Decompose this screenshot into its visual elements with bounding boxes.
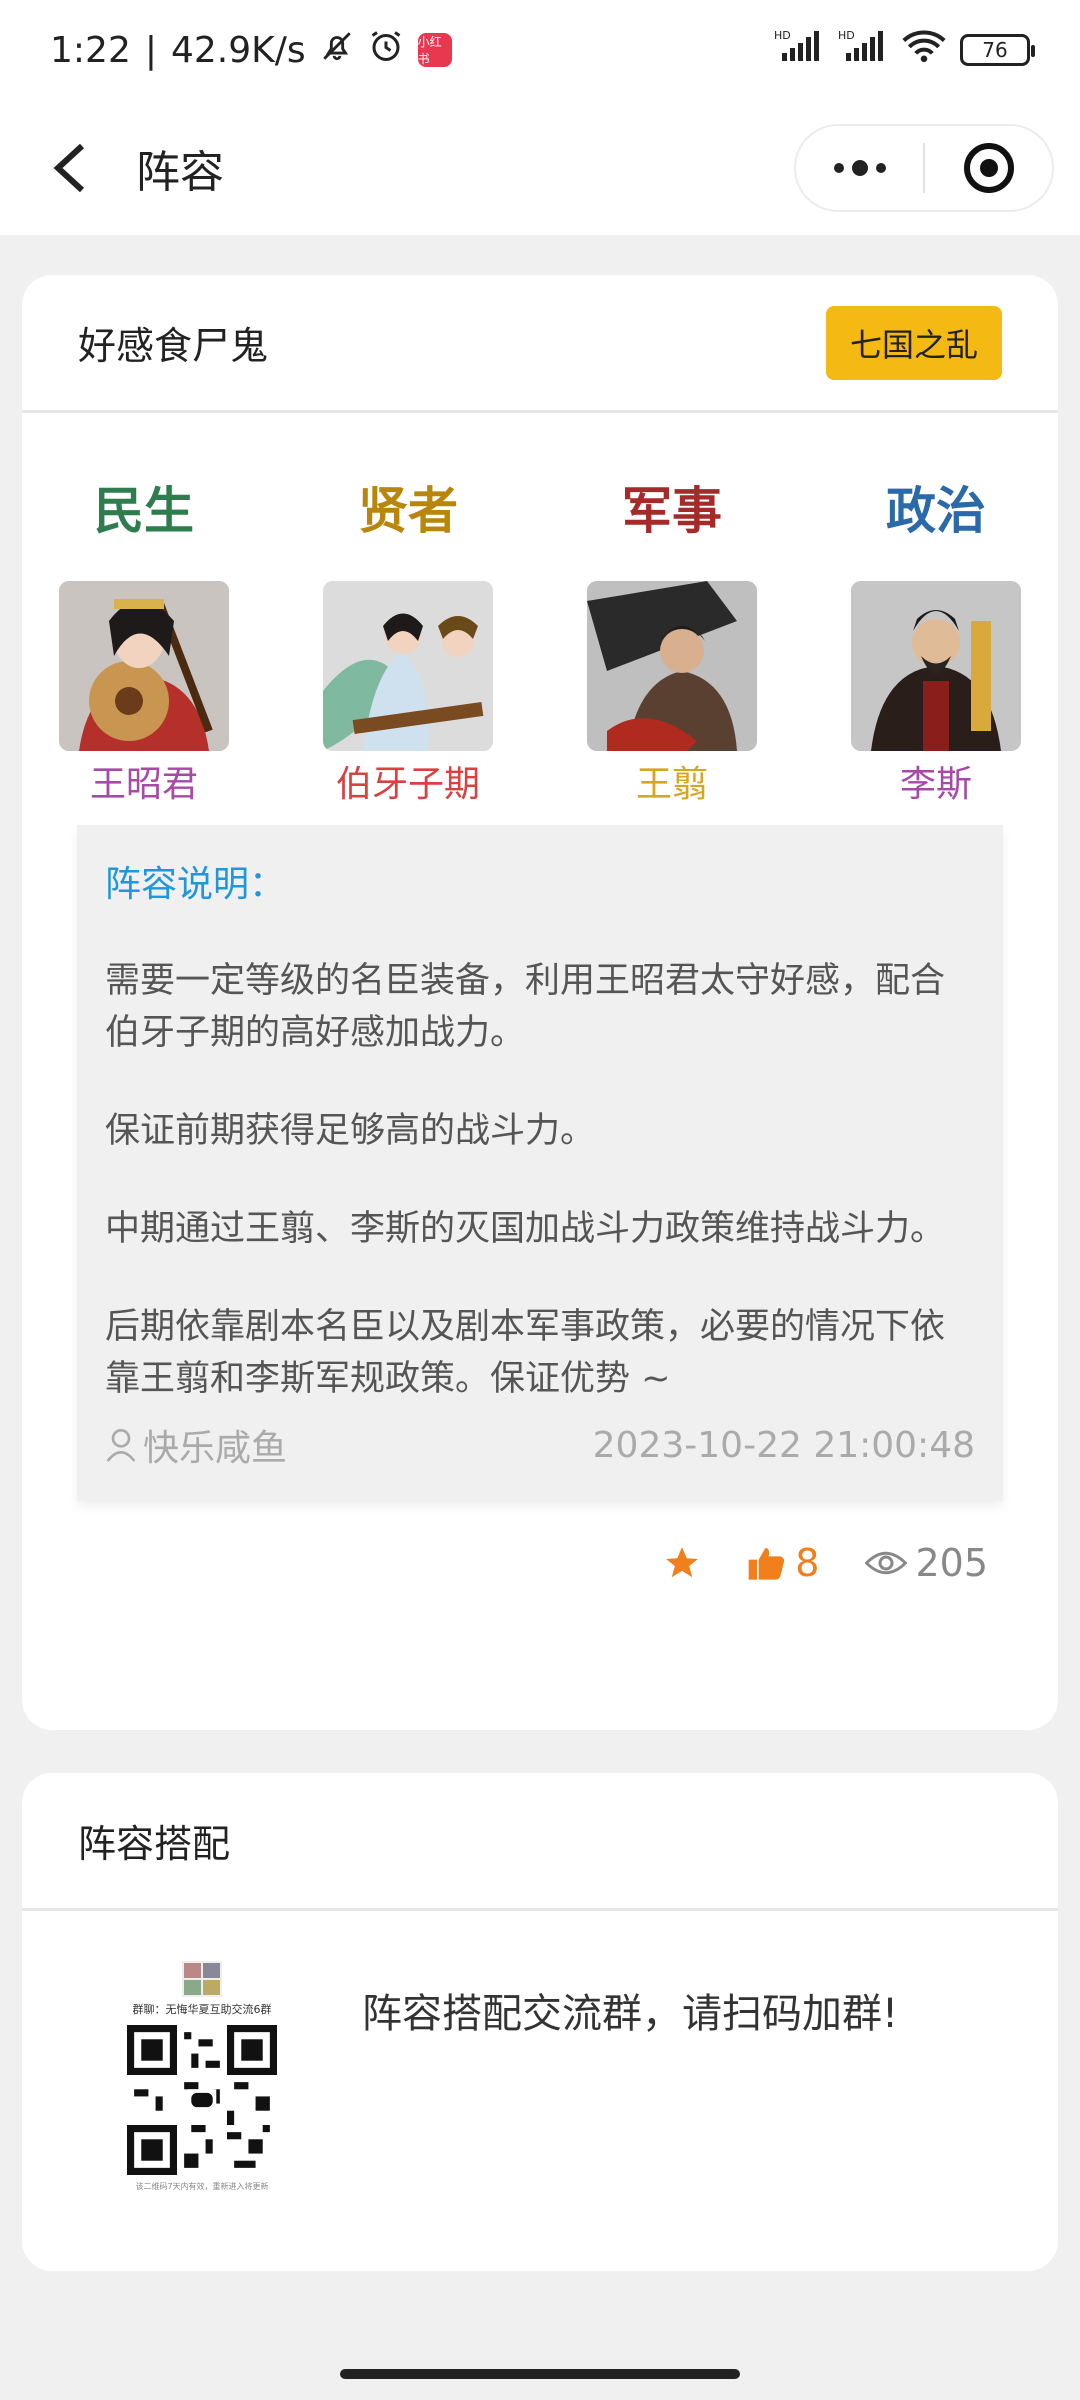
description-paragraph: 需要一定等级的名臣装备，利用王昭君太守好感，配合伯牙子期的高好感加战力。 [105,961,946,1053]
group-qr-code[interactable]: 群聊：无悔华夏互助交流6群 该二维码7天内有效，重新进入将更新 [102,1961,302,2192]
qr-code-icon [127,2025,277,2175]
stats-row: 8 205 [22,1541,1058,1585]
signal-icon-1: HD [774,29,824,72]
category-politics: 政治 [886,482,986,540]
hero-name: 王翦 [635,764,708,805]
hero-portrait [323,581,493,751]
back-button[interactable] [40,138,100,198]
nav-bar: 阵容 [0,100,1080,235]
battery-icon: 76 [960,34,1035,66]
lineup-title: 好感食尸鬼 [78,324,269,368]
status-time: 1:22 [50,29,131,71]
hero-card[interactable]: 李斯 [851,581,1021,807]
description-title: 阵容说明： [105,864,286,905]
view-count: 205 [915,1541,988,1585]
close-mini-program-button[interactable] [925,126,1052,210]
thumbs-up-icon [748,1548,785,1580]
signal-hd-label-1: HD [774,29,791,42]
views-stat: 205 [865,1541,988,1585]
more-options-button[interactable] [796,126,923,210]
like-button[interactable]: 8 [747,1541,819,1585]
eye-icon [865,1551,908,1575]
lineup-match-card: 阵容搭配 群聊：无悔华夏互助交流6群 该二维码7天内有效，重新进入将更新 阵容搭… [22,1773,1058,2271]
target-circle-icon [963,143,1014,193]
hero-name: 李斯 [899,764,972,805]
app-badge-icon: 小红书 [417,33,452,67]
mini-program-capsule [794,124,1054,212]
author-name: 快乐咸鱼 [143,1428,288,1469]
category-livelihood: 民生 [94,482,194,540]
author-info[interactable]: 快乐咸鱼 [105,1419,287,1471]
description-paragraph: 中期通过王翦、李斯的灭国加战斗力政策维持战斗力。 [105,1209,946,1249]
qr-caption: 群聊：无悔华夏互助交流6群 [132,2003,272,2016]
status-left: 1:22 | 42.9K/s 小红书 [50,28,452,73]
signal-icon-2: HD [838,29,888,72]
group-avatar-icon [182,1961,222,1997]
like-count: 8 [795,1541,820,1585]
scenario-tag-button[interactable]: 七国之乱 [825,305,1002,380]
star-icon [666,1547,699,1578]
post-timestamp: 2023-10-22 21:00:48 [592,1424,975,1466]
category-military: 军事 [622,482,722,540]
lineup-card: 好感食尸鬼 七国之乱 民生 贤者 军事 政治 王昭君 伯牙子期 王翦 李斯 阵容… [22,275,1058,1730]
hero-name: 王昭君 [89,764,198,805]
description-footer: 快乐咸鱼 2023-10-22 21:00:48 [105,1419,975,1471]
lineup-card-header: 好感食尸鬼 七国之乱 [22,275,1058,413]
lineup-match-header: 阵容搭配 [22,1773,1058,1911]
status-bar: 1:22 | 42.9K/s 小红书 HD HD 76 [0,0,1080,100]
chevron-left-icon [53,143,85,192]
status-right: HD HD 76 [774,29,1035,72]
lineup-match-body: 群聊：无悔华夏互助交流6群 该二维码7天内有效，重新进入将更新 阵容搭配交流群，… [22,1911,1058,2192]
hero-card[interactable]: 王翦 [587,581,757,807]
signal-hd-label-2: HD [838,29,855,42]
hero-portrait [851,581,1021,751]
alarm-clock-icon [368,28,404,73]
more-dots-icon [833,160,886,176]
page-title: 阵容 [136,146,224,198]
user-icon [106,1429,136,1462]
qr-footer: 该二维码7天内有效，重新进入将更新 [135,2182,269,2191]
wifi-icon [902,29,946,72]
hero-row: 王昭君 伯牙子期 王翦 李斯 [22,581,1058,807]
group-invite-text: 阵容搭配交流群，请扫码加群! [362,1991,899,2037]
lineup-match-title: 阵容搭配 [78,1822,231,1866]
hero-portrait [587,581,757,751]
status-net-speed: 42.9K/s [170,29,306,71]
category-sage: 贤者 [358,482,458,540]
status-separator: | [144,29,157,71]
hero-card[interactable]: 伯牙子期 [323,581,493,807]
description-paragraph: 保证前期获得足够高的战斗力。 [105,1111,596,1151]
category-row: 民生 贤者 军事 政治 [22,471,1058,543]
home-indicator[interactable] [340,2369,740,2379]
description-paragraph: 后期依靠剧本名臣以及剧本军事政策，必要的情况下依靠王翦和李斯军规政策。保证优势 … [105,1307,946,1399]
mute-bell-icon [320,29,354,72]
hero-name: 伯牙子期 [335,764,480,805]
hero-card[interactable]: 王昭君 [59,581,229,807]
lineup-description-box: 阵容说明： 需要一定等级的名臣装备，利用王昭君太守好感，配合伯牙子期的高好感加战… [77,825,1003,1501]
hero-portrait [59,581,229,751]
favorite-button[interactable] [663,1544,701,1582]
